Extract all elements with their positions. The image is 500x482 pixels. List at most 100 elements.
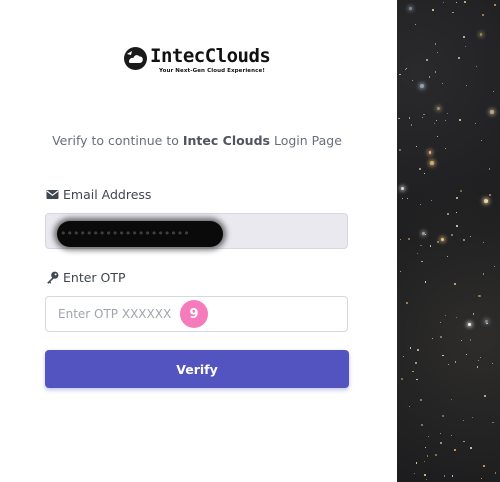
- star: [428, 151, 432, 154]
- star: [468, 323, 471, 327]
- star: [462, 419, 465, 421]
- star: [437, 107, 441, 110]
- star: [442, 354, 444, 357]
- intro-prefix: Verify to continue to: [52, 133, 183, 148]
- star: [469, 338, 472, 341]
- star: [465, 84, 467, 86]
- brand-logo: IntecClouds Your Next-Gen Cloud Experien…: [123, 44, 273, 78]
- star: [412, 370, 414, 373]
- star: [459, 119, 462, 122]
- star: [434, 123, 436, 125]
- star: [417, 349, 419, 352]
- star: [492, 90, 494, 93]
- star: [440, 321, 442, 324]
- star: [424, 446, 427, 449]
- star: [492, 362, 494, 365]
- star: [455, 225, 458, 228]
- star: [421, 260, 423, 263]
- star: [424, 280, 427, 283]
- star: [421, 116, 424, 119]
- star: [419, 168, 422, 170]
- star: [454, 360, 457, 363]
- star: [483, 273, 485, 275]
- star: [478, 294, 481, 297]
- star: [423, 113, 425, 115]
- star: [437, 52, 439, 54]
- star: [417, 253, 419, 255]
- star: [426, 479, 428, 481]
- star: [477, 366, 479, 368]
- star: [414, 24, 417, 26]
- star: [482, 242, 484, 244]
- star: [435, 119, 438, 122]
- starfield-background: [397, 0, 500, 482]
- star: [458, 57, 460, 59]
- star: [489, 193, 492, 196]
- star: [431, 337, 433, 339]
- intro-suffix: Login Page: [269, 133, 342, 148]
- star: [463, 239, 466, 242]
- brand-name: IntecClouds: [150, 45, 271, 67]
- star: [485, 319, 489, 323]
- star: [455, 317, 457, 319]
- star: [427, 435, 430, 438]
- key-icon: [47, 271, 59, 284]
- star: [405, 69, 407, 71]
- star: [399, 238, 402, 240]
- star: [431, 8, 434, 11]
- star: [407, 238, 410, 241]
- star: [476, 65, 478, 67]
- star: [399, 74, 401, 76]
- star: [470, 447, 473, 450]
- star: [465, 353, 467, 356]
- star: [446, 112, 448, 114]
- star: [464, 45, 467, 48]
- star: [443, 475, 445, 477]
- star: [445, 148, 447, 150]
- star: [452, 11, 455, 14]
- star: [477, 360, 480, 362]
- star: [455, 211, 457, 213]
- star: [415, 362, 418, 365]
- star: [479, 356, 481, 359]
- star: [455, 197, 458, 200]
- star: [426, 59, 428, 61]
- star: [441, 82, 443, 84]
- star: [483, 198, 488, 203]
- star: [481, 477, 482, 479]
- star: [399, 270, 402, 273]
- star: [408, 117, 411, 119]
- star: [440, 237, 444, 242]
- star: [471, 417, 473, 418]
- star: [411, 80, 413, 82]
- star: [410, 347, 412, 349]
- star: [472, 313, 475, 315]
- star: [400, 186, 405, 191]
- star: [420, 424, 423, 427]
- star: [482, 13, 484, 16]
- star: [442, 1, 445, 4]
- star: [419, 204, 421, 206]
- star: [493, 3, 496, 6]
- star: [451, 234, 454, 236]
- star: [435, 43, 437, 45]
- star: [416, 378, 419, 381]
- star: [405, 301, 408, 304]
- star: [398, 148, 401, 151]
- star: [444, 314, 446, 316]
- star: [475, 122, 477, 124]
- star: [480, 140, 482, 142]
- star: [486, 322, 488, 325]
- star: [479, 32, 483, 36]
- star: [461, 340, 463, 342]
- star: [414, 473, 416, 475]
- verify-button[interactable]: Verify: [45, 350, 349, 388]
- star: [450, 434, 453, 437]
- star: [410, 123, 413, 126]
- star: [463, 441, 465, 443]
- star: [441, 414, 444, 417]
- star: [408, 405, 410, 407]
- star: [456, 1, 458, 3]
- star: [450, 398, 452, 400]
- envelope-icon: [46, 190, 59, 199]
